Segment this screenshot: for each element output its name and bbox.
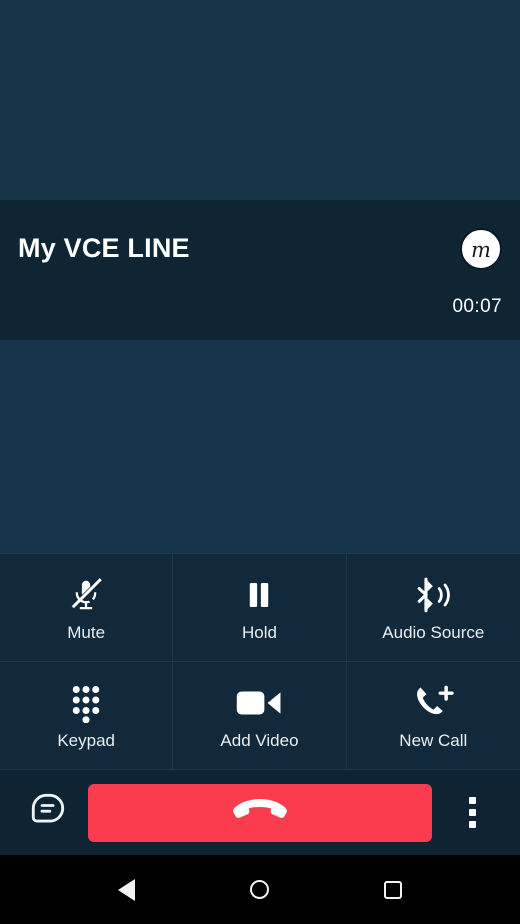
- control-mute[interactable]: Mute: [0, 554, 174, 662]
- video-preview-area: [0, 0, 520, 200]
- control-label: Keypad: [57, 730, 115, 750]
- call-header: My VCE LINE m 00:07: [0, 200, 520, 340]
- control-new-call[interactable]: New Call: [346, 662, 520, 770]
- android-navigation-bar: [0, 855, 520, 924]
- nav-home-button[interactable]: [234, 864, 286, 916]
- control-keypad[interactable]: Keypad: [0, 662, 174, 770]
- chat-button[interactable]: [22, 787, 74, 839]
- control-label: Hold: [242, 622, 277, 642]
- control-label: Mute: [67, 622, 106, 642]
- phone-add-icon: [412, 683, 455, 723]
- pause-icon: [242, 575, 276, 615]
- in-call-screen: My VCE LINE m 00:07 Mute Hold Audio Sour…: [0, 0, 520, 924]
- call-action-bar: [0, 770, 520, 855]
- dialpad-icon: [68, 683, 104, 723]
- avatar-letter: m: [471, 237, 491, 262]
- back-triangle-icon: [118, 878, 136, 901]
- bluetooth-audio-icon: [411, 575, 455, 615]
- control-hold[interactable]: Hold: [173, 554, 347, 662]
- call-duration-timer: 00:07: [452, 296, 502, 317]
- page-title: My VCE LINE: [18, 233, 190, 264]
- nav-recents-button[interactable]: [367, 864, 419, 916]
- avatar: m: [460, 228, 502, 270]
- control-label: Add Video: [220, 730, 299, 750]
- chat-bubble-icon: [28, 792, 68, 833]
- call-controls-grid: Mute Hold Audio Source Keypad Add Video …: [0, 553, 520, 770]
- call-body-area: [0, 340, 520, 553]
- video-camera-icon: [236, 683, 282, 723]
- home-circle-icon: [250, 880, 270, 899]
- overflow-menu-icon: [468, 797, 476, 828]
- control-label: Audio Source: [382, 622, 485, 642]
- recents-square-icon: [384, 880, 403, 899]
- control-label: New Call: [399, 730, 468, 750]
- microphone-off-icon: [67, 575, 105, 615]
- phone-hangup-icon: [232, 798, 288, 827]
- call-header-row: My VCE LINE m: [18, 200, 502, 270]
- end-call-button[interactable]: [88, 783, 432, 842]
- overflow-menu-button[interactable]: [446, 787, 498, 839]
- control-audio-source[interactable]: Audio Source: [346, 554, 520, 662]
- control-add-video[interactable]: Add Video: [173, 662, 347, 770]
- nav-back-button[interactable]: [101, 864, 153, 916]
